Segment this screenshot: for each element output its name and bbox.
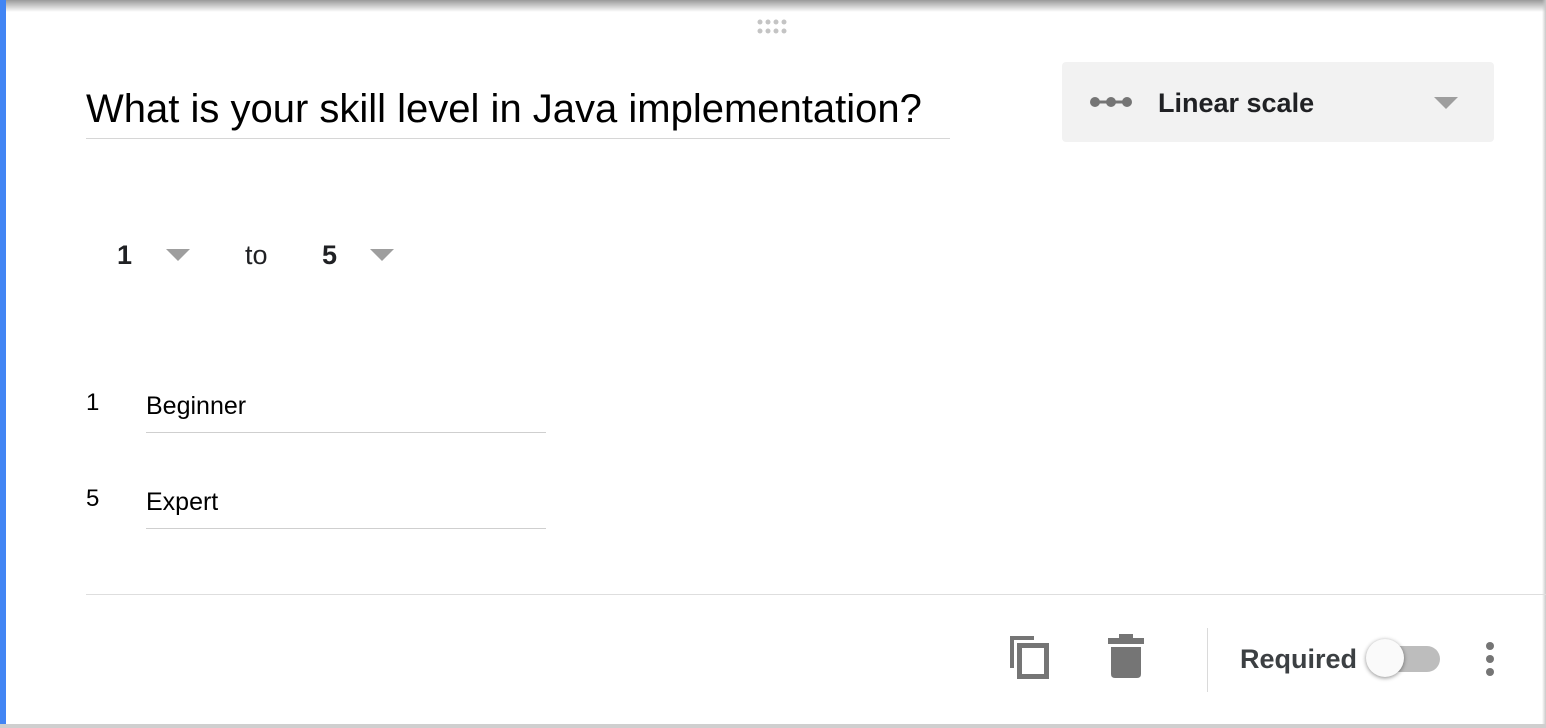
duplicate-icon[interactable]	[1006, 632, 1052, 680]
scale-min-select[interactable]: 1	[117, 239, 132, 271]
scale-max-dropdown-icon[interactable]	[370, 249, 394, 261]
scale-separator: to	[245, 240, 268, 270]
question-type-dropdown[interactable]: Linear scale	[1062, 62, 1494, 142]
card-right-edge	[1542, 0, 1546, 728]
footer-vertical-divider	[1207, 628, 1208, 692]
scale-label-number: 1	[86, 389, 100, 416]
required-label: Required	[1240, 644, 1358, 674]
active-accent-bar	[0, 0, 6, 728]
drag-handle-icon[interactable]	[757, 18, 789, 36]
linear-scale-icon	[1090, 97, 1132, 107]
question-card: What is your skill level in Java impleme…	[0, 0, 1546, 728]
scale-min-dropdown-icon[interactable]	[166, 249, 190, 261]
question-type-label: Linear scale	[1158, 88, 1315, 118]
required-toggle[interactable]	[1366, 638, 1442, 680]
more-vert-icon[interactable]	[1478, 640, 1502, 680]
min-label-input[interactable]: Beginner	[146, 391, 546, 433]
max-label-input[interactable]: Expert	[146, 487, 546, 529]
scale-label-number: 5	[86, 485, 100, 512]
chevron-down-icon	[1434, 97, 1458, 109]
scale-max-select[interactable]: 5	[322, 239, 337, 271]
toggle-thumb	[1366, 639, 1404, 677]
question-title-input[interactable]: What is your skill level in Java impleme…	[86, 86, 950, 139]
footer-divider	[86, 594, 1546, 595]
card-top-shadow	[0, 0, 1546, 12]
card-bottom-edge	[0, 724, 1546, 728]
trash-icon[interactable]	[1108, 634, 1144, 678]
